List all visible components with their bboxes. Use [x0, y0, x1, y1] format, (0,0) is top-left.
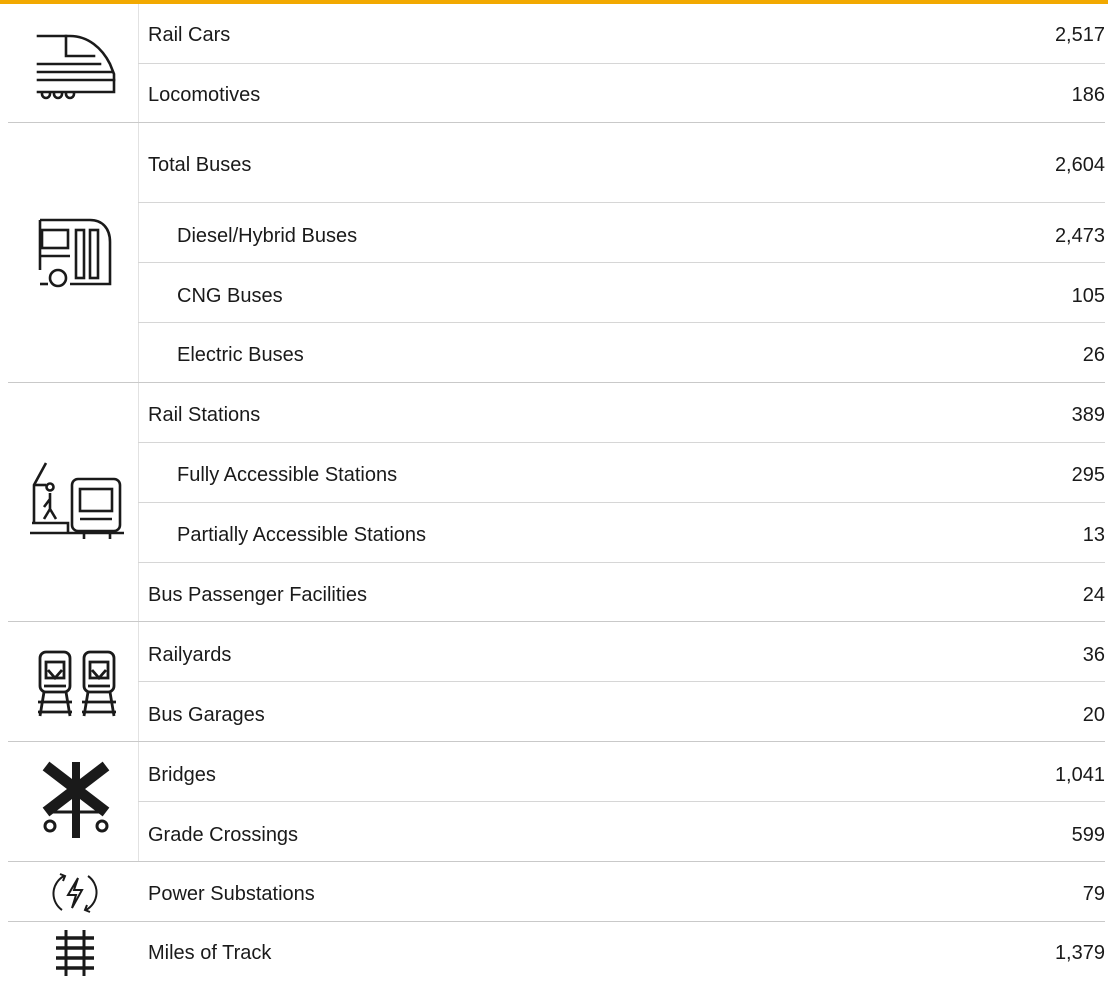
row-label-power-substations: Power Substations — [148, 883, 315, 905]
power-substation-icon — [50, 868, 100, 918]
row-value-electric-buses: 26 — [1082, 344, 1105, 366]
group-separator — [8, 621, 1105, 622]
row-value-bus-garages: 20 — [1082, 704, 1105, 726]
row-label-grade-crossings: Grade Crossings — [148, 824, 299, 846]
row-separator — [138, 442, 1105, 443]
railroad-crossing-icon — [40, 760, 112, 840]
row-value-bus-passenger-facilities: 24 — [1082, 584, 1105, 606]
row-label-electric-buses: Electric Buses — [177, 344, 304, 366]
row-label-bridges: Bridges — [148, 764, 216, 786]
row-separator — [138, 801, 1105, 802]
row-label-fully-accessible-stations: Fully Accessible Stations — [177, 464, 398, 486]
row-value-grade-crossings: 599 — [1071, 824, 1105, 846]
row-separator — [138, 202, 1105, 203]
row-value-rail-stations: 389 — [1071, 404, 1105, 426]
accent-top-bar — [0, 0, 1108, 4]
track-icon — [52, 928, 98, 978]
row-label-railyards: Railyards — [148, 644, 232, 666]
row-value-locomotives: 186 — [1071, 84, 1105, 106]
row-label-miles-of-track: Miles of Track — [148, 942, 272, 964]
row-value-miles-of-track: 1,379 — [1054, 942, 1105, 964]
row-label-rail-cars: Rail Cars — [148, 24, 231, 46]
row-value-cng-buses: 105 — [1071, 285, 1105, 307]
row-value-railyards: 36 — [1082, 644, 1105, 666]
group-separator — [8, 122, 1105, 123]
railyard-trains-icon — [36, 648, 120, 718]
row-value-fully-accessible-stations: 295 — [1071, 464, 1105, 486]
row-value-total-buses: 2,604 — [1054, 154, 1105, 176]
row-separator — [138, 322, 1105, 323]
row-separator — [138, 262, 1105, 263]
row-separator — [138, 681, 1105, 682]
group-separator — [8, 741, 1105, 742]
row-label-diesel-hybrid-buses: Diesel/Hybrid Buses — [177, 225, 358, 247]
row-separator — [138, 562, 1105, 563]
row-label-bus-garages: Bus Garages — [148, 704, 265, 726]
row-value-rail-cars: 2,517 — [1054, 24, 1105, 46]
group-separator — [8, 382, 1105, 383]
row-label-rail-stations: Rail Stations — [148, 404, 261, 426]
row-label-total-buses: Total Buses — [148, 154, 252, 176]
train-front-icon — [36, 30, 116, 102]
row-value-power-substations: 79 — [1082, 883, 1105, 905]
row-value-diesel-hybrid-buses: 2,473 — [1054, 225, 1105, 247]
row-separator — [138, 63, 1105, 64]
bus-icon — [36, 214, 116, 292]
row-label-bus-passenger-facilities: Bus Passenger Facilities — [148, 584, 367, 606]
row-label-cng-buses: CNG Buses — [177, 285, 283, 307]
group-separator — [8, 861, 1105, 862]
accessible-station-icon — [28, 461, 126, 541]
row-value-partially-accessible-stations: 13 — [1082, 524, 1105, 546]
group-separator — [8, 921, 1105, 922]
row-label-partially-accessible-stations: Partially Accessible Stations — [177, 524, 427, 546]
row-value-bridges: 1,041 — [1054, 764, 1105, 786]
row-label-locomotives: Locomotives — [148, 84, 261, 106]
row-separator — [138, 502, 1105, 503]
group-divider-line — [138, 123, 139, 382]
